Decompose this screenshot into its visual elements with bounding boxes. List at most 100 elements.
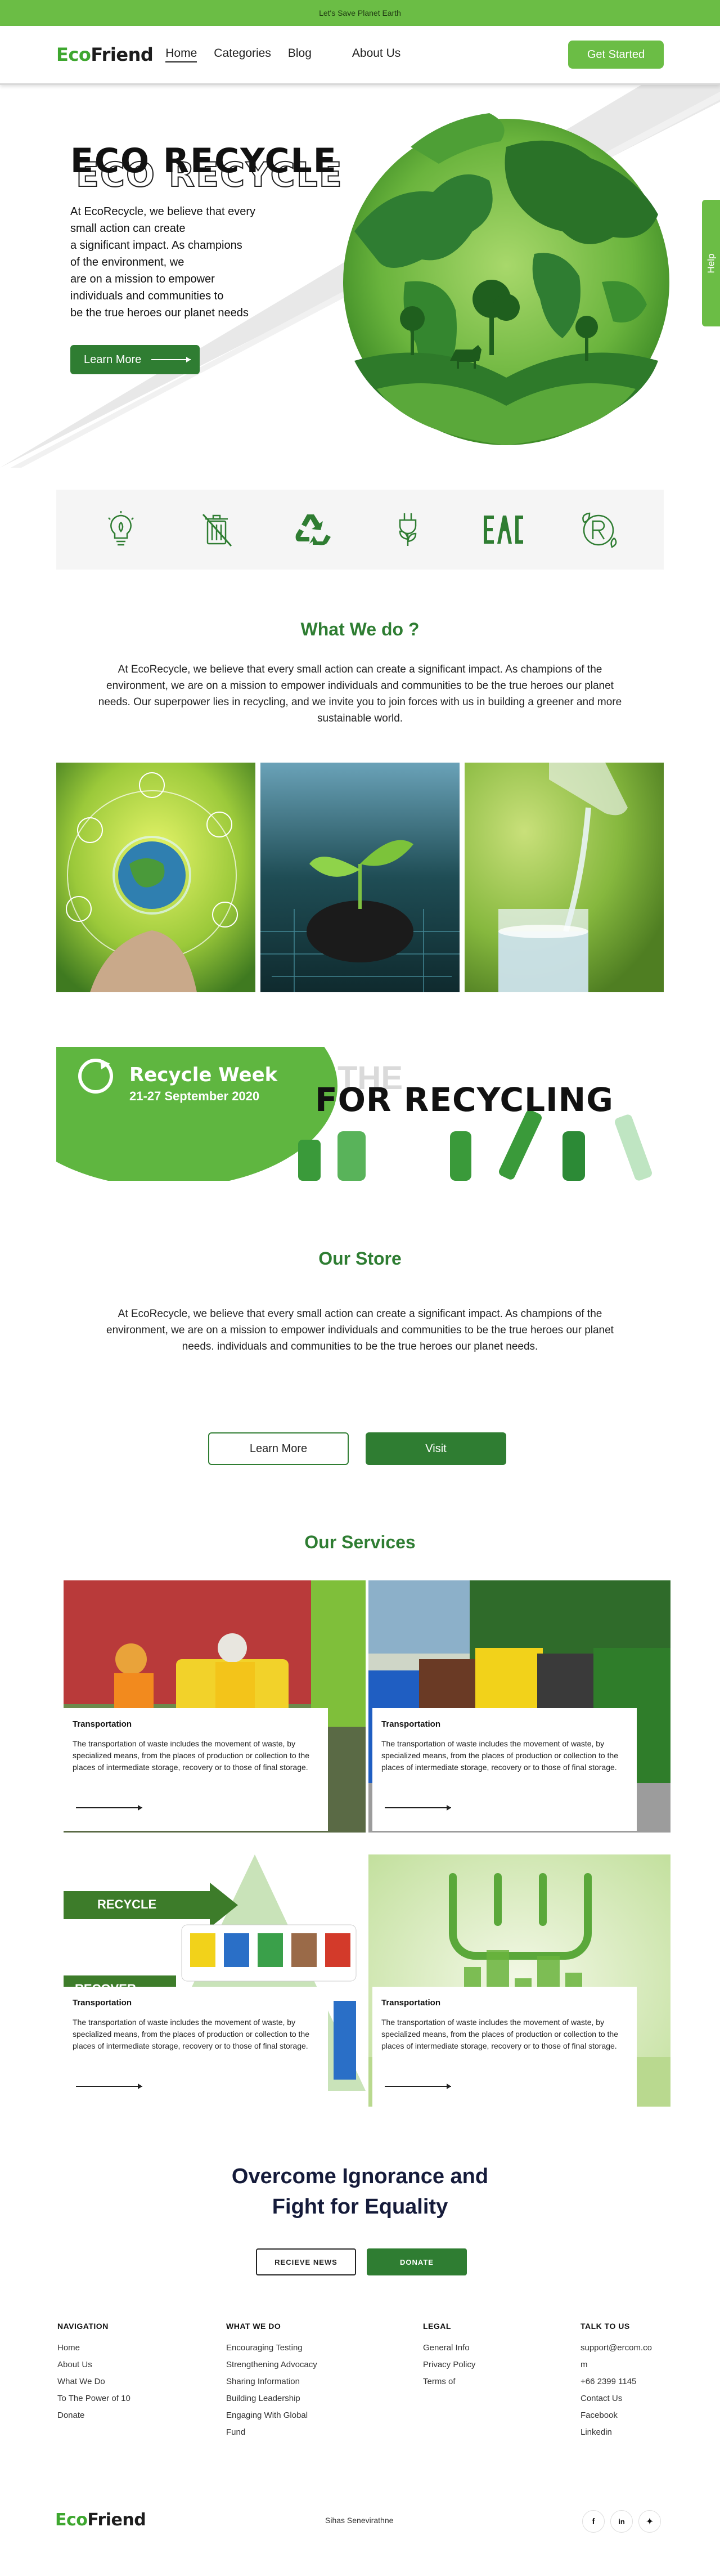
hero-learn-more-button[interactable]: Learn More (70, 345, 200, 374)
hero-description: At EcoRecycle, we believe that every sma… (70, 203, 255, 321)
what-we-do-text: At EcoRecycle, we believe that every sma… (98, 664, 622, 724)
footer-link[interactable]: Sharing Information (226, 2373, 317, 2390)
logo-eco-text: Eco (56, 44, 91, 65)
store-visit-button[interactable]: Visit (366, 1432, 506, 1465)
recycle-week-banner: THE Recycle Week 21-27 September 2020 FO… (56, 1047, 664, 1181)
hero-learn-more-label: Learn More (84, 353, 142, 366)
footer-link[interactable]: Terms of (423, 2373, 475, 2390)
eac-mark-icon (482, 508, 525, 552)
our-store-text: At EcoRecycle, we believe that every sma… (106, 1308, 614, 1352)
footer-credit: Sihas Senevirathne (325, 2516, 394, 2525)
lightbulb-icon (99, 508, 143, 552)
nav-home-link[interactable]: Home (165, 47, 197, 62)
footer-column-heading: WHAT WE DO (226, 2322, 281, 2331)
nav-categories-link[interactable]: Categories (214, 47, 271, 62)
footer-phone[interactable]: +66 2399 1145 (580, 2373, 652, 2390)
receive-news-button[interactable]: RECIEVE NEWS (256, 2248, 356, 2275)
footer-link[interactable]: What We Do (57, 2373, 130, 2390)
hero-line: a significant impact. As champions (70, 239, 242, 252)
linkedin-icon[interactable]: in (610, 2510, 633, 2533)
footer-what-we-do-column: WHAT WE DO Encouraging Testing Strengthe… (226, 2322, 317, 2441)
water-pouring-image (465, 763, 664, 992)
announcement-bar: Let's Save Planet Earth (0, 0, 720, 26)
recycle-icon (290, 508, 334, 552)
footer-logo[interactable]: EcoFriend (55, 2510, 146, 2530)
footer-link[interactable]: Building Leadership (226, 2390, 317, 2407)
footer-email-cont[interactable]: m (580, 2357, 652, 2373)
no-trash-bin-icon (195, 508, 238, 552)
arrow-right-icon[interactable] (76, 2084, 142, 2089)
footer-link[interactable]: To The Power of 10 (57, 2390, 130, 2407)
hero-line: At EcoRecycle, we believe that every (70, 205, 256, 218)
service-card[interactable]: Transportation The transportation of was… (372, 1987, 637, 2109)
hero-line: be the true heroes our planet needs (70, 307, 249, 319)
nav-about-link[interactable]: About Us (352, 47, 400, 62)
footer-link[interactable]: Donate (57, 2407, 130, 2424)
footer-column-heading: NAVIGATION (57, 2322, 109, 2331)
hero-section: ECO RECYCLE ECO RECYCLE At EcoRecycle, w… (0, 85, 720, 468)
service-description: The transportation of waste includes the… (73, 1739, 310, 1772)
service-card[interactable]: Transportation The transportation of was… (64, 1708, 328, 1831)
footer-column-heading: TALK TO US (580, 2322, 630, 2331)
service-description: The transportation of waste includes the… (381, 2018, 619, 2050)
arrow-right-icon[interactable] (385, 1805, 451, 1811)
cta-heading-line1: Overcome Ignorance and (231, 2165, 489, 2188)
service-description: The transportation of waste includes the… (381, 1739, 619, 1772)
hero-line: of the environment, we (70, 256, 184, 268)
cta-heading: Overcome Ignorance and Fight for Equalit… (0, 2161, 720, 2222)
service-title: Transportation (73, 1998, 132, 2008)
donate-button[interactable]: DONATE (367, 2248, 467, 2275)
nav-blog-link[interactable]: Blog (288, 47, 312, 62)
recycle-label: RECYCLE (97, 1897, 157, 1911)
cta-heading-line2: Fight for Equality (272, 2195, 448, 2219)
service-card[interactable]: Transportation The transportation of was… (372, 1708, 637, 1831)
facebook-icon[interactable]: f (582, 2510, 605, 2533)
footer-link[interactable]: General Info (423, 2340, 475, 2357)
banner-heading: FOR RECYCLING (315, 1081, 614, 1119)
logo-friend-text: Friend (87, 2510, 146, 2530)
arrow-right-icon[interactable] (76, 1805, 142, 1811)
footer-navigation-column: NAVIGATION Home About Us What We Do To T… (57, 2322, 130, 2424)
get-started-button[interactable]: Get Started (568, 41, 664, 69)
footer-link[interactable]: Engaging With Global (226, 2407, 317, 2424)
store-learn-more-button[interactable]: Learn More (208, 1432, 349, 1465)
logo-friend-text: Friend (91, 44, 154, 65)
footer-link[interactable]: Fund (226, 2424, 317, 2441)
footer-column-heading: LEGAL (423, 2322, 451, 2331)
site-logo[interactable]: EcoFriend (56, 44, 154, 65)
banner-badge-title: Recycle Week (129, 1064, 278, 1086)
registered-eco-icon (577, 508, 621, 552)
footer-link[interactable]: Home (57, 2340, 130, 2357)
banner-badge-date: 21-27 September 2020 (129, 1089, 260, 1103)
footer-email[interactable]: support@ercom.co (580, 2340, 652, 2357)
service-title: Transportation (381, 1998, 441, 2008)
footer-link[interactable]: Contact Us (580, 2390, 652, 2407)
footer-link[interactable]: Strengthening Advocacy (226, 2357, 317, 2373)
service-title: Transportation (73, 1719, 132, 1729)
footer-link[interactable]: About Us (57, 2357, 130, 2373)
icon-strip (56, 490, 664, 570)
hero-line: are on a mission to empower (70, 273, 215, 285)
eco-plug-icon (386, 508, 430, 552)
seedling-circuit-image (260, 763, 460, 992)
help-tab[interactable]: Help (702, 200, 720, 326)
nav-links: Home Categories Blog About Us (165, 47, 417, 62)
twitter-icon[interactable]: ✦ (638, 2510, 661, 2533)
service-description: The transportation of waste includes the… (73, 2018, 310, 2050)
hero-line: small action can create (70, 222, 186, 235)
footer-link[interactable]: Linkedin (580, 2424, 652, 2441)
footer-talk-to-us-column: TALK TO US support@ercom.co m +66 2399 1… (580, 2322, 652, 2441)
logo-eco-text: Eco (55, 2510, 88, 2530)
announcement-text: Let's Save Planet Earth (319, 8, 401, 17)
arrow-right-icon (151, 357, 191, 362)
footer-link[interactable]: Privacy Policy (423, 2357, 475, 2373)
eco-globe-bulb-image (56, 763, 255, 992)
our-services-title: Our Services (304, 1532, 416, 1552)
footer-link[interactable]: Facebook (580, 2407, 652, 2424)
arrow-right-icon[interactable] (385, 2084, 451, 2089)
green-globe-illustration (343, 113, 669, 445)
what-we-do-title: What We do ? (300, 619, 420, 639)
main-navigation: EcoFriend Home Categories Blog About Us … (0, 26, 720, 85)
service-card[interactable]: Transportation The transportation of was… (64, 1987, 328, 2109)
footer-link[interactable]: Encouraging Testing (226, 2340, 317, 2357)
